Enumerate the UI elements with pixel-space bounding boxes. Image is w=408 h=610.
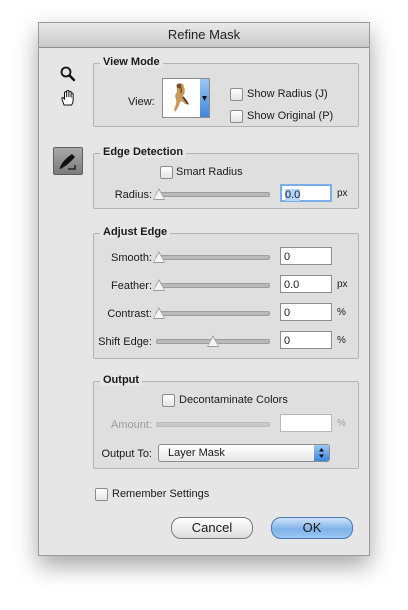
smooth-field[interactable]: 0: [280, 247, 332, 265]
amount-label: Amount:: [111, 419, 152, 431]
adjust-edge-group: Adjust Edge Smooth: 0 Feather: 0.0 px Co…: [93, 226, 359, 359]
view-mode-title: View Mode: [100, 56, 163, 68]
shift-edge-field[interactable]: 0: [280, 331, 332, 349]
contrast-slider-thumb[interactable]: [153, 307, 165, 319]
radius-label: Radius:: [114, 189, 152, 201]
refine-radius-brush-icon[interactable]: [53, 147, 83, 175]
smart-radius-checkbox[interactable]: [160, 166, 173, 179]
shift-edge-unit: %: [337, 335, 346, 346]
output-group: Output Decontaminate Colors Amount: % Ou…: [93, 374, 359, 469]
radius-field[interactable]: 0.0: [280, 184, 332, 202]
view-dropdown-arrow[interactable]: [200, 79, 209, 117]
smooth-label: Smooth:: [111, 252, 152, 264]
output-title: Output: [100, 374, 143, 386]
smooth-slider-thumb[interactable]: [153, 251, 165, 263]
adjust-edge-title: Adjust Edge: [100, 226, 171, 238]
edge-detection-title: Edge Detection: [100, 146, 187, 158]
contrast-unit: %: [337, 307, 346, 318]
radius-slider-thumb[interactable]: [153, 188, 165, 200]
hand-icon[interactable]: [59, 89, 77, 107]
feather-slider-thumb[interactable]: [153, 279, 165, 291]
show-radius-label: Show Radius (J): [247, 88, 328, 100]
output-to-value: Layer Mask: [168, 447, 225, 459]
dialog-title: Refine Mask: [39, 23, 369, 48]
show-original-label: Show Original (P): [247, 110, 334, 122]
ok-button[interactable]: OK: [271, 517, 353, 539]
feather-slider[interactable]: [153, 279, 270, 291]
shift-edge-slider[interactable]: [156, 335, 270, 347]
remember-settings-label: Remember Settings: [112, 488, 210, 500]
refine-mask-dialog: Refine Mask View Mode View: Show Radius …: [38, 22, 370, 556]
view-thumbnail-icon: [174, 83, 189, 112]
smart-radius-label: Smart Radius: [176, 166, 243, 178]
contrast-field[interactable]: 0: [280, 303, 332, 321]
output-to-label: Output To:: [101, 448, 152, 460]
edge-detection-group: Edge Detection Smart Radius Radius: 0.0 …: [93, 146, 359, 209]
feather-label: Feather:: [111, 280, 152, 292]
smooth-slider[interactable]: [153, 251, 270, 263]
view-mode-group: View Mode View: Show Radius (J) Show Ori…: [93, 56, 359, 127]
feather-unit: px: [337, 279, 348, 290]
contrast-slider[interactable]: [153, 307, 270, 319]
show-original-checkbox[interactable]: [230, 110, 243, 123]
output-to-select[interactable]: Layer Mask: [158, 444, 330, 462]
zoom-icon[interactable]: [59, 65, 77, 83]
show-radius-checkbox[interactable]: [230, 88, 243, 101]
output-to-dropdown-icon[interactable]: [314, 445, 329, 461]
decontaminate-checkbox[interactable]: [162, 394, 175, 407]
shift-edge-label: Shift Edge:: [98, 336, 152, 348]
radius-value: 0.0: [285, 189, 301, 201]
amount-unit: %: [337, 418, 346, 429]
view-mode-selector[interactable]: [162, 78, 210, 118]
remember-settings-checkbox[interactable]: [95, 488, 108, 501]
cancel-button[interactable]: Cancel: [171, 517, 253, 539]
radius-slider[interactable]: [153, 188, 270, 200]
decontaminate-label: Decontaminate Colors: [179, 394, 288, 406]
radius-unit: px: [337, 188, 348, 199]
view-label: View:: [128, 96, 155, 108]
shift-edge-slider-thumb[interactable]: [207, 335, 219, 347]
amount-slider: [156, 422, 270, 427]
contrast-label: Contrast:: [107, 308, 152, 320]
amount-field: [280, 414, 332, 432]
feather-field[interactable]: 0.0: [280, 275, 332, 293]
